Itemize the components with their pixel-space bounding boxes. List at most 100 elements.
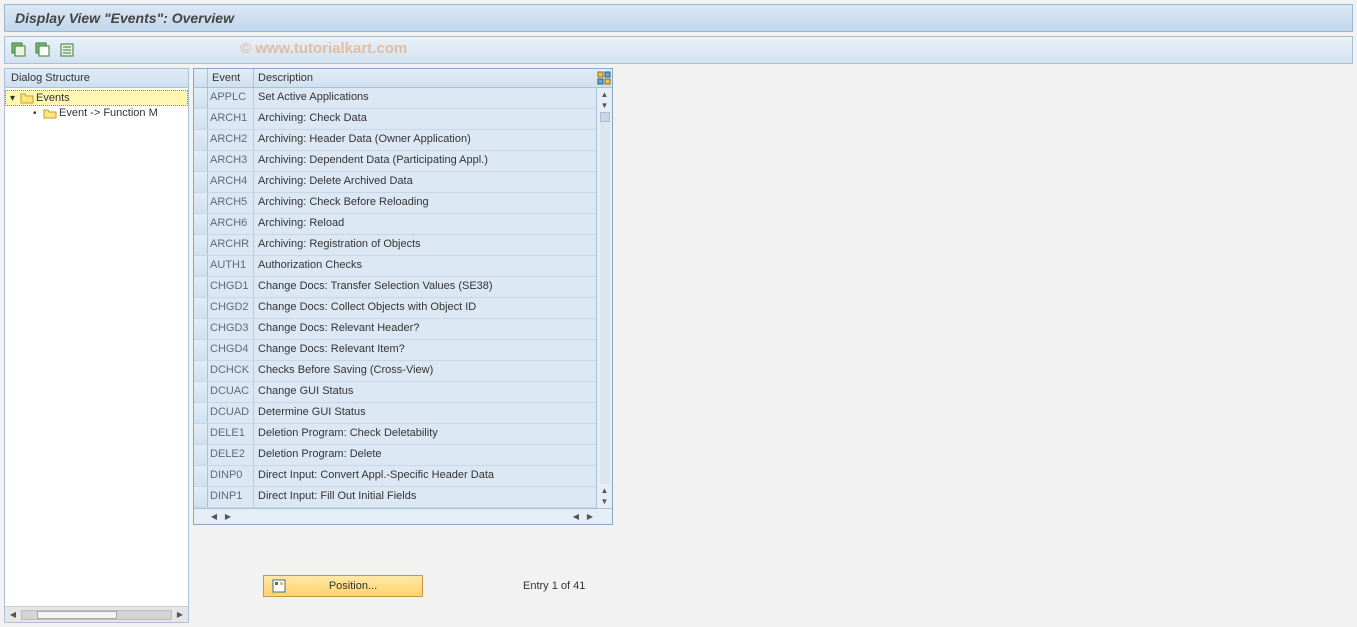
table-row[interactable]: ARCHRArchiving: Registration of Objects xyxy=(194,235,596,256)
table-row[interactable]: ARCH5Archiving: Check Before Reloading xyxy=(194,193,596,214)
table-row[interactable]: CHGD3Change Docs: Relevant Header? xyxy=(194,319,596,340)
row-selector[interactable] xyxy=(194,319,208,339)
scroll-right-icon[interactable]: ▶ xyxy=(174,610,186,619)
table-row[interactable]: CHGD1Change Docs: Transfer Selection Val… xyxy=(194,277,596,298)
row-selector-header[interactable] xyxy=(194,69,208,87)
collapse-all-icon[interactable] xyxy=(35,42,51,58)
cell-event: DELE1 xyxy=(208,424,254,444)
scroll-up-icon[interactable]: ▲ xyxy=(599,90,611,99)
row-selector[interactable] xyxy=(194,424,208,444)
cell-description: Archiving: Header Data (Owner Applicatio… xyxy=(254,130,596,150)
row-selector[interactable] xyxy=(194,445,208,465)
tree-item-events[interactable]: ▾ Events xyxy=(5,90,188,106)
cell-description: Archiving: Reload xyxy=(254,214,596,234)
cell-description: Archiving: Check Data xyxy=(254,109,596,129)
table-panel: Event Description APPLCSet Active Applic… xyxy=(193,68,1353,623)
table-row[interactable]: AUTH1Authorization Checks xyxy=(194,256,596,277)
table-row[interactable]: DCUACChange GUI Status xyxy=(194,382,596,403)
scroll-track[interactable] xyxy=(21,610,172,620)
tree-hscrollbar[interactable]: ◀ ▶ xyxy=(5,606,188,622)
table-row[interactable]: ARCH2Archiving: Header Data (Owner Appli… xyxy=(194,130,596,151)
cell-description: Direct Input: Fill Out Initial Fields xyxy=(254,487,596,507)
position-icon xyxy=(272,579,286,593)
cell-description: Deletion Program: Delete xyxy=(254,445,596,465)
table-row[interactable]: DINP0Direct Input: Convert Appl.-Specifi… xyxy=(194,466,596,487)
row-selector[interactable] xyxy=(194,340,208,360)
cell-event: CHGD4 xyxy=(208,340,254,360)
table-row[interactable]: APPLCSet Active Applications xyxy=(194,88,596,109)
cell-description: Direct Input: Convert Appl.-Specific Hea… xyxy=(254,466,596,486)
table-row[interactable]: DINP1Direct Input: Fill Out Initial Fiel… xyxy=(194,487,596,508)
open-folder-icon xyxy=(20,92,34,104)
cell-description: Authorization Checks xyxy=(254,256,596,276)
table-row[interactable]: ARCH4Archiving: Delete Archived Data xyxy=(194,172,596,193)
tree-panel: Dialog Structure ▾ Events • Event -> Fun… xyxy=(4,68,189,623)
table-body: APPLCSet Active ApplicationsARCH1Archivi… xyxy=(194,88,612,508)
table-hscrollbar[interactable]: ◀ ▶ ◀ ▶ xyxy=(194,508,612,524)
tree-header: Dialog Structure xyxy=(5,69,188,88)
cell-event: ARCH6 xyxy=(208,214,254,234)
cell-description: Archiving: Dependent Data (Participating… xyxy=(254,151,596,171)
expand-all-icon[interactable] xyxy=(11,42,27,58)
row-selector[interactable] xyxy=(194,193,208,213)
scroll-down-icon[interactable]: ▼ xyxy=(599,497,611,506)
cell-event: DCUAC xyxy=(208,382,254,402)
cell-event: DCHCK xyxy=(208,361,254,381)
table-row[interactable]: DCUADDetermine GUI Status xyxy=(194,403,596,424)
row-selector[interactable] xyxy=(194,403,208,423)
table-row[interactable]: CHGD2Change Docs: Collect Objects with O… xyxy=(194,298,596,319)
scroll-left-icon[interactable]: ◀ xyxy=(208,512,220,521)
tree-item-label: Events xyxy=(36,92,70,104)
table-vscrollbar[interactable]: ▲ ▼ ▲ ▼ xyxy=(596,88,612,508)
row-selector[interactable] xyxy=(194,151,208,171)
scroll-left-step-icon[interactable]: ◀ xyxy=(570,512,582,521)
row-selector[interactable] xyxy=(194,256,208,276)
cell-description: Change GUI Status xyxy=(254,382,596,402)
table-row[interactable]: CHGD4Change Docs: Relevant Item? xyxy=(194,340,596,361)
table-row[interactable]: ARCH6Archiving: Reload xyxy=(194,214,596,235)
col-header-event[interactable]: Event xyxy=(208,69,254,87)
cell-event: CHGD2 xyxy=(208,298,254,318)
position-label: Position... xyxy=(292,580,414,592)
tree-item-event-function[interactable]: • Event -> Function M xyxy=(5,106,188,120)
cell-description: Deletion Program: Check Deletability xyxy=(254,424,596,444)
table-row[interactable]: DELE2Deletion Program: Delete xyxy=(194,445,596,466)
position-button[interactable]: Position... xyxy=(263,575,423,597)
cell-event: ARCH1 xyxy=(208,109,254,129)
row-selector[interactable] xyxy=(194,235,208,255)
cell-event: APPLC xyxy=(208,88,254,108)
row-selector[interactable] xyxy=(194,214,208,234)
row-selector[interactable] xyxy=(194,277,208,297)
cell-description: Change Docs: Relevant Item? xyxy=(254,340,596,360)
row-selector[interactable] xyxy=(194,382,208,402)
entry-counter: Entry 1 of 41 xyxy=(523,580,585,592)
table-footer: Position... Entry 1 of 41 xyxy=(193,575,1353,597)
cell-description: Checks Before Saving (Cross-View) xyxy=(254,361,596,381)
select-block-icon[interactable] xyxy=(59,42,75,58)
scroll-left-icon[interactable]: ◀ xyxy=(7,610,19,619)
cell-event: DINP0 xyxy=(208,466,254,486)
table-config-icon[interactable] xyxy=(596,69,612,87)
row-selector[interactable] xyxy=(194,109,208,129)
table-row[interactable]: ARCH1Archiving: Check Data xyxy=(194,109,596,130)
col-header-description[interactable]: Description xyxy=(254,69,596,87)
scroll-right-icon[interactable]: ▶ xyxy=(584,512,596,521)
main-area: Dialog Structure ▾ Events • Event -> Fun… xyxy=(4,68,1353,623)
table-row[interactable]: DCHCKChecks Before Saving (Cross-View) xyxy=(194,361,596,382)
vscroll-track[interactable] xyxy=(600,112,610,484)
cell-description: Change Docs: Relevant Header? xyxy=(254,319,596,339)
row-selector[interactable] xyxy=(194,88,208,108)
table-row[interactable]: DELE1Deletion Program: Check Deletabilit… xyxy=(194,424,596,445)
scroll-right-step-icon[interactable]: ▶ xyxy=(222,512,234,521)
scroll-up-step-icon[interactable]: ▲ xyxy=(599,486,611,495)
row-selector[interactable] xyxy=(194,298,208,318)
row-selector[interactable] xyxy=(194,466,208,486)
row-selector[interactable] xyxy=(194,487,208,507)
row-selector[interactable] xyxy=(194,172,208,192)
cell-event: ARCH3 xyxy=(208,151,254,171)
row-selector[interactable] xyxy=(194,361,208,381)
row-selector[interactable] xyxy=(194,130,208,150)
scroll-down-step-icon[interactable]: ▼ xyxy=(599,101,611,110)
expand-toggle-icon[interactable]: ▾ xyxy=(10,93,20,104)
table-row[interactable]: ARCH3Archiving: Dependent Data (Particip… xyxy=(194,151,596,172)
